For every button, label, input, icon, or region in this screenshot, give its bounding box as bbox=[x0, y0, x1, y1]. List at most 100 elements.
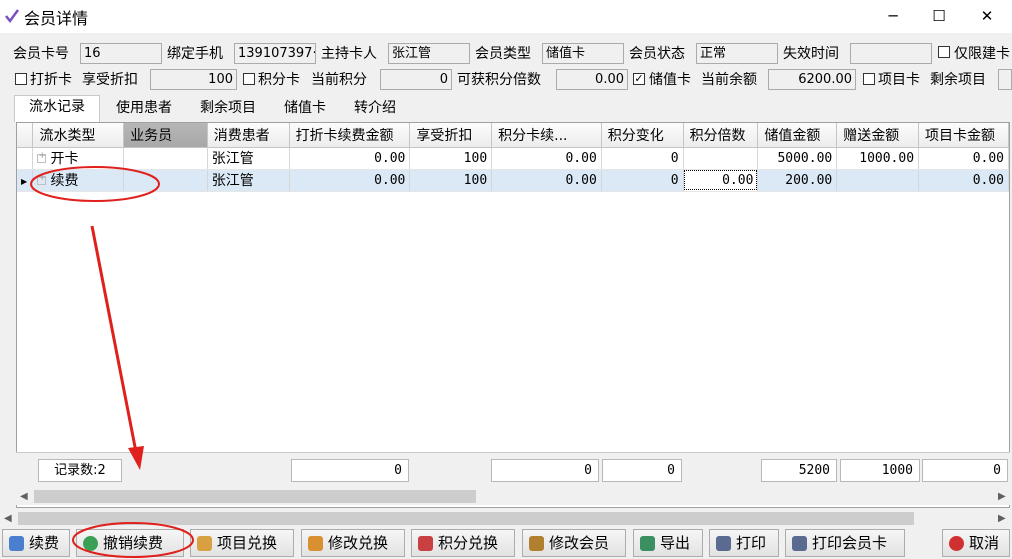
holder-field[interactable]: 张江管 bbox=[388, 43, 470, 64]
col-gift-amount[interactable]: 赠送金额 bbox=[836, 123, 920, 148]
tab-stored-card[interactable]: 储值卡 bbox=[272, 97, 338, 121]
remaining-field[interactable] bbox=[998, 69, 1012, 90]
only-build-checkbox[interactable] bbox=[938, 46, 950, 58]
cancel-button[interactable]: 取消 bbox=[942, 529, 1010, 557]
scroll-left-icon[interactable]: ◀ bbox=[4, 510, 12, 527]
cell-flow-type: 开卡 bbox=[32, 147, 125, 170]
export-button[interactable]: 导出 bbox=[633, 529, 703, 557]
card-no-label: 会员卡号 bbox=[13, 46, 69, 62]
scroll-right-icon[interactable]: ▶ bbox=[998, 488, 1006, 505]
multiplier-label: 可获积分倍数 bbox=[457, 72, 541, 88]
col-salesperson[interactable]: 业务员 bbox=[123, 123, 208, 148]
cell-stored-amount: 200.00 bbox=[757, 169, 838, 192]
cell-project-amount: 0.00 bbox=[918, 147, 1009, 170]
discount-card-checkbox[interactable] bbox=[15, 73, 27, 85]
tab-flow-records[interactable]: 流水记录 bbox=[14, 95, 100, 122]
app-check-icon bbox=[5, 9, 20, 24]
member-type-field[interactable]: 储值卡 bbox=[542, 43, 624, 64]
col-points-change[interactable]: 积分变化 bbox=[601, 123, 684, 148]
row-indicator bbox=[17, 147, 34, 170]
cell-project-amount: 0.00 bbox=[918, 169, 1009, 192]
project-exchange-button[interactable]: 项目兑换 bbox=[190, 529, 294, 557]
undo-renew-icon bbox=[83, 536, 98, 551]
col-project-amount[interactable]: 项目卡金额 bbox=[918, 123, 1009, 148]
maximize-button[interactable]: ☐ bbox=[916, 0, 962, 32]
member-status-label: 会员状态 bbox=[629, 46, 685, 62]
tab-patients[interactable]: 使用患者 bbox=[104, 97, 184, 121]
modify-exchange-button[interactable]: 修改兑换 bbox=[301, 529, 405, 557]
print-card-button[interactable]: 打印会员卡 bbox=[785, 529, 905, 557]
modify-exchange-icon bbox=[308, 536, 323, 551]
cell-points-multiplier[interactable]: 0.00 bbox=[683, 169, 759, 192]
grid-hscroll-thumb[interactable] bbox=[34, 490, 476, 503]
gift-total: 1000 bbox=[840, 459, 920, 482]
expand-icon[interactable] bbox=[37, 173, 47, 185]
cell-stored-amount: 5000.00 bbox=[757, 147, 838, 170]
window-hscrollbar[interactable]: ◀ ▶ bbox=[0, 510, 1012, 527]
cell-points-renew: 0.00 bbox=[491, 147, 602, 170]
col-points-multiplier[interactable]: 积分倍数 bbox=[683, 123, 759, 148]
points-field[interactable]: 0 bbox=[380, 69, 452, 90]
renew-icon bbox=[9, 536, 24, 551]
print-button[interactable]: 打印 bbox=[709, 529, 779, 557]
scroll-right-icon[interactable]: ▶ bbox=[998, 510, 1006, 527]
remaining-label: 剩余项目 bbox=[930, 72, 986, 88]
col-flow-type[interactable]: 流水类型 bbox=[32, 123, 125, 148]
undo-renew-button[interactable]: 撤销续费 bbox=[76, 529, 184, 557]
discount-field[interactable]: 100 bbox=[150, 69, 237, 90]
multiplier-field[interactable]: 0.00 bbox=[556, 69, 628, 90]
balance-field[interactable]: 6200.00 bbox=[768, 69, 856, 90]
cell-discount-renew: 0.00 bbox=[289, 147, 411, 170]
project-total: 0 bbox=[922, 459, 1008, 482]
discount-total: 0 bbox=[291, 459, 409, 482]
col-points-renew[interactable]: 积分卡续... bbox=[491, 123, 602, 148]
points-change-total: 0 bbox=[602, 459, 682, 482]
print-icon bbox=[716, 536, 731, 551]
cell-patient: 张江管 bbox=[207, 147, 290, 170]
project-card-label: 项目卡 bbox=[878, 72, 920, 88]
header-row: 流水类型 业务员 消费患者 打折卡续费金额 享受折扣 积分卡续... 积分变化 … bbox=[17, 123, 1009, 148]
points-exchange-button[interactable]: 积分兑换 bbox=[411, 529, 515, 557]
records-grid[interactable]: 流水类型 业务员 消费患者 打折卡续费金额 享受折扣 积分卡续... 积分变化 … bbox=[16, 122, 1010, 508]
expire-label: 失效时间 bbox=[783, 46, 839, 62]
points-exchange-icon bbox=[418, 536, 433, 551]
grid-hscrollbar[interactable]: ◀ ▶ bbox=[16, 488, 1010, 505]
cell-patient: 张江管 bbox=[207, 169, 290, 192]
expand-icon[interactable] bbox=[37, 151, 47, 163]
table-row[interactable]: ▶ 续费 张江管 0.00 100 0.00 0 0.00 200.00 0.0… bbox=[17, 169, 1009, 192]
button-bar: 续费 撤销续费 项目兑换 修改兑换 积分兑换 修改会员 导出 打印 打印会员卡 … bbox=[0, 528, 1012, 559]
member-type-label: 会员类型 bbox=[475, 46, 531, 62]
expire-field[interactable] bbox=[850, 43, 932, 64]
window-hscroll-thumb[interactable] bbox=[18, 512, 914, 525]
cell-salesperson bbox=[123, 147, 208, 170]
only-build-label: 仅限建卡 bbox=[954, 46, 1010, 62]
cancel-icon bbox=[949, 536, 964, 551]
stored-card-checkbox[interactable]: ✓ bbox=[633, 73, 645, 85]
tab-remaining-projects[interactable]: 剩余项目 bbox=[188, 97, 268, 121]
project-exchange-icon bbox=[197, 536, 212, 551]
print-card-icon bbox=[792, 536, 807, 551]
table-row[interactable]: 开卡 张江管 0.00 100 0.00 0 5000.00 1000.00 0… bbox=[17, 147, 1009, 170]
card-no-field[interactable]: 16 bbox=[80, 43, 162, 64]
col-stored-amount[interactable]: 储值金额 bbox=[757, 123, 838, 148]
col-discount[interactable]: 享受折扣 bbox=[409, 123, 493, 148]
renew-button[interactable]: 续费 bbox=[2, 529, 70, 557]
cell-gift-amount bbox=[836, 169, 920, 192]
minimize-button[interactable]: ─ bbox=[870, 0, 916, 32]
close-button[interactable]: ✕ bbox=[964, 0, 1010, 32]
project-card-checkbox[interactable] bbox=[863, 73, 875, 85]
cell-points-multiplier bbox=[683, 147, 759, 170]
points-card-checkbox[interactable] bbox=[243, 73, 255, 85]
cell-points-change: 0 bbox=[601, 169, 684, 192]
col-patient[interactable]: 消费患者 bbox=[207, 123, 290, 148]
phone-field[interactable]: 139107397· bbox=[234, 43, 316, 64]
scroll-left-icon[interactable]: ◀ bbox=[20, 488, 28, 505]
edit-member-button[interactable]: 修改会员 bbox=[522, 529, 626, 557]
col-discount-renew[interactable]: 打折卡续费金额 bbox=[289, 123, 411, 148]
cell-points-renew: 0.00 bbox=[491, 169, 602, 192]
tab-referral[interactable]: 转介绍 bbox=[342, 97, 408, 121]
points-card-total: 0 bbox=[491, 459, 599, 482]
discount-card-label: 打折卡 bbox=[30, 72, 72, 88]
member-status-field[interactable]: 正常 bbox=[696, 43, 778, 64]
records-table: 流水类型 业务员 消费患者 打折卡续费金额 享受折扣 积分卡续... 积分变化 … bbox=[17, 123, 1009, 192]
